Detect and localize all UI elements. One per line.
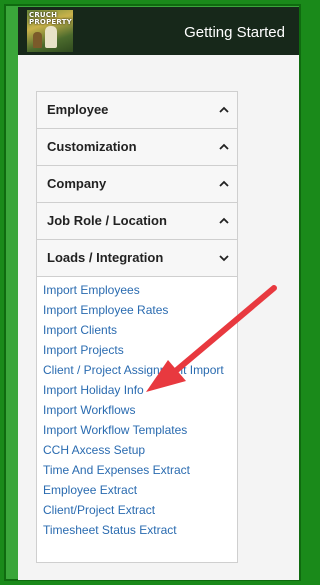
- section-label: Customization: [47, 139, 137, 154]
- link-client-project-extract[interactable]: Client/Project Extract: [43, 500, 237, 520]
- logo-figure-right: [45, 26, 57, 48]
- section-label: Loads / Integration: [47, 250, 164, 265]
- chevron-up-icon: [219, 180, 229, 187]
- link-timesheet-status-extract[interactable]: Timesheet Status Extract: [43, 520, 237, 540]
- company-logo[interactable]: CRUCH PROPERTY: [27, 10, 73, 52]
- chevron-up-icon: [219, 106, 229, 113]
- chevron-down-icon: [219, 255, 229, 262]
- section-job-role-location[interactable]: Job Role / Location: [37, 203, 237, 240]
- section-label: Job Role / Location: [47, 213, 167, 228]
- app-header: CRUCH PROPERTY Getting Started: [18, 7, 299, 55]
- section-label: Employee: [47, 102, 109, 117]
- loads-integration-submenu: Import Employees Import Employee Rates I…: [37, 277, 237, 562]
- link-import-employees[interactable]: Import Employees: [43, 280, 237, 300]
- link-import-workflow-templates[interactable]: Import Workflow Templates: [43, 420, 237, 440]
- section-company[interactable]: Company: [37, 166, 237, 203]
- section-loads-integration[interactable]: Loads / Integration: [37, 240, 237, 277]
- link-cch-axcess-setup[interactable]: CCH Axcess Setup: [43, 440, 237, 460]
- link-import-clients[interactable]: Import Clients: [43, 320, 237, 340]
- logo-figure-left: [33, 32, 42, 48]
- link-import-projects[interactable]: Import Projects: [43, 340, 237, 360]
- logo-text: CRUCH PROPERTY: [29, 11, 72, 26]
- chevron-up-icon: [219, 143, 229, 150]
- link-client-project-assignment-import[interactable]: Client / Project Assignment Import: [43, 360, 237, 380]
- page-title: Getting Started: [184, 24, 285, 41]
- section-customization[interactable]: Customization: [37, 129, 237, 166]
- link-import-employee-rates[interactable]: Import Employee Rates: [43, 300, 237, 320]
- section-label: Company: [47, 176, 107, 191]
- chevron-up-icon: [219, 217, 229, 224]
- accordion-menu: Employee Customization Company Job Role …: [36, 91, 238, 563]
- link-time-and-expenses-extract[interactable]: Time And Expenses Extract: [43, 460, 237, 480]
- link-import-holiday-info[interactable]: Import Holiday Info: [43, 380, 237, 400]
- section-employee[interactable]: Employee: [37, 92, 237, 129]
- link-import-workflows[interactable]: Import Workflows: [43, 400, 237, 420]
- link-employee-extract[interactable]: Employee Extract: [43, 480, 237, 500]
